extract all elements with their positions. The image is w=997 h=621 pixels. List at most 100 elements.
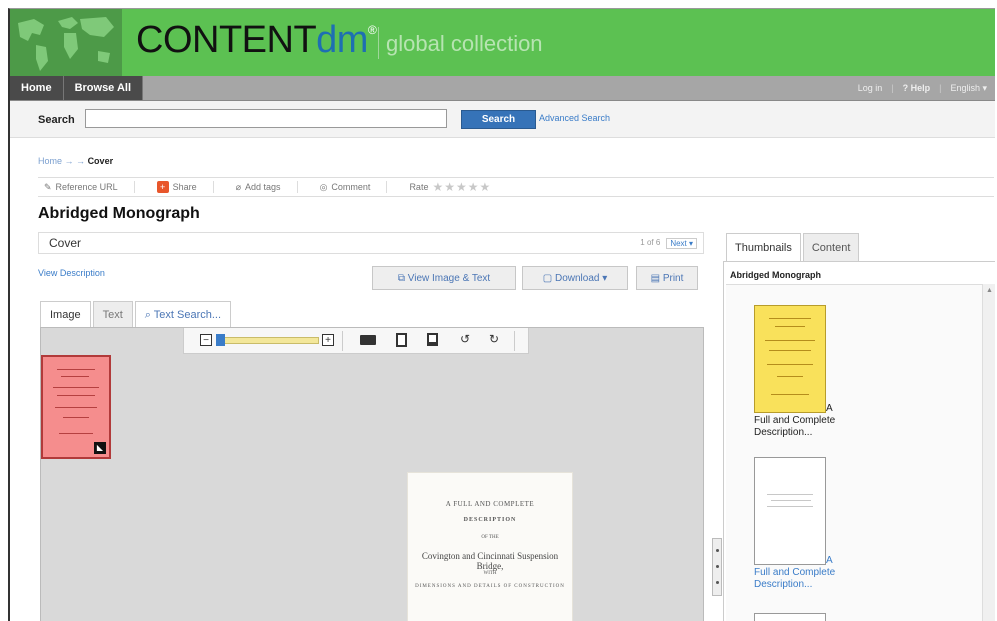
thumbnails-panel: Abridged Monograph A Full and Complete D…	[723, 261, 995, 621]
thumbnail-caption[interactable]: Full and Complete Description...	[754, 567, 864, 591]
tab-text[interactable]: Text	[92, 301, 133, 327]
world-map-logo	[10, 9, 122, 76]
page-selector-bar: Cover 1 of 6 Next ▾	[38, 232, 704, 254]
advanced-search-link[interactable]: Advanced Search	[539, 113, 610, 123]
sidebar-tabs: Thumbnails Content	[726, 233, 860, 262]
header-divider	[378, 27, 379, 59]
thumbnail-caption-prefix: A	[826, 403, 833, 414]
comment-action[interactable]: ◎ Comment	[298, 181, 388, 193]
image-viewer[interactable]: − + ↺ ↻ ◣ A FULL AND COMPLETE DESCRIPTIO…	[40, 327, 704, 621]
zoom-out-icon[interactable]: −	[200, 334, 212, 346]
doc-line-2: DESCRIPTION	[463, 517, 517, 523]
doc-line-1: A FULL AND COMPLETE	[445, 500, 535, 508]
panel-title: Abridged Monograph	[730, 270, 821, 280]
nav-browse-all[interactable]: Browse All	[64, 76, 144, 100]
tab-image[interactable]: Image	[40, 301, 91, 328]
view-image-text-icon: ⧉	[397, 273, 408, 284]
rotate-left-icon[interactable]: ↺	[460, 332, 470, 346]
tag-icon: ⌀	[235, 181, 242, 192]
print-label: Print	[662, 273, 684, 284]
zoom-in-icon[interactable]: +	[322, 334, 334, 346]
breadcrumb-current: Cover	[87, 156, 114, 166]
doc-line-4: Covington and Cincinnati Suspension Brid…	[421, 551, 559, 571]
fit-height-icon[interactable]	[427, 333, 438, 346]
zoom-slider-handle[interactable]	[216, 334, 225, 346]
tab-thumbnails[interactable]: Thumbnails	[726, 233, 801, 262]
search-input[interactable]	[85, 109, 447, 128]
panel-splitter[interactable]	[712, 538, 722, 596]
help-link[interactable]: ? Help	[903, 76, 931, 100]
item-title: Abridged Monograph	[38, 205, 200, 222]
nav-left: Home Browse All	[10, 76, 144, 100]
print-button[interactable]: ▤ Print	[636, 266, 698, 290]
view-description-link[interactable]: View Description	[38, 268, 105, 278]
add-tags-action[interactable]: ⌀ Add tags	[214, 181, 298, 193]
breadcrumb: Home → → Cover	[38, 156, 113, 166]
text-search-label: Text Search...	[153, 309, 222, 321]
search-bar: Search Search Advanced Search	[10, 101, 995, 138]
download-button[interactable]: ▢ Download ▾	[522, 266, 628, 290]
fit-width-icon[interactable]	[396, 333, 407, 347]
document-page: A FULL AND COMPLETE DESCRIPTION OF THE C…	[407, 472, 573, 621]
brand-dm: dm	[316, 19, 368, 61]
login-link[interactable]: Log in	[858, 76, 883, 100]
scroll-up-icon[interactable]: ▲	[986, 287, 993, 294]
rating-stars[interactable]: ★★★★★	[432, 180, 491, 194]
resize-corner-icon[interactable]: ◣	[94, 442, 106, 454]
item-actions-bar: ✎ Reference URL + Share ⌀ Add tags ◎ Com…	[38, 177, 994, 197]
breadcrumb-separators: → →	[64, 156, 86, 166]
thumbnail-caption-prefix[interactable]: A	[826, 555, 833, 566]
viewer-tabs: Image Text ⌕ Text Search...	[40, 301, 232, 328]
view-image-text-label: View Image & Text	[407, 273, 491, 284]
share-icon: +	[156, 181, 169, 193]
reference-url-action[interactable]: ✎ Reference URL	[38, 181, 135, 193]
thumbnail-selected[interactable]	[754, 305, 826, 413]
nav-separator: |	[939, 83, 942, 93]
thumbnail-item[interactable]	[754, 457, 826, 565]
share-label: Share	[172, 182, 197, 192]
thumbnail-list: A Full and Complete Description... A Ful…	[726, 284, 982, 621]
registered-mark: ®	[367, 23, 377, 37]
zoom-slider[interactable]	[217, 337, 319, 344]
site-header: CONTENTdm® global collection	[10, 9, 995, 76]
doc-line-6: DIMENSIONS AND DETAILS OF CONSTRUCTION	[415, 584, 565, 589]
rate-label: Rate	[409, 182, 429, 192]
contentdm-logo[interactable]: CONTENTdm®	[136, 19, 377, 62]
browser-frame: CONTENTdm® global collection Home Browse…	[8, 8, 995, 621]
download-icon: ▢	[542, 273, 555, 284]
rate-action: Rate ★★★★★	[387, 180, 507, 194]
page-count: 1 of 6	[640, 238, 661, 247]
collection-name: global collection	[386, 31, 543, 56]
tab-text-search[interactable]: ⌕ Text Search...	[134, 301, 232, 327]
next-button[interactable]: Next ▾	[666, 238, 697, 249]
tab-content[interactable]: Content	[802, 233, 860, 261]
navigator-thumbnail[interactable]: ◣	[41, 355, 111, 459]
pager: 1 of 6 Next ▾	[640, 238, 697, 249]
thumbnail-item[interactable]	[754, 613, 826, 621]
thumbnail-caption[interactable]: Full and Complete Description...	[754, 415, 864, 439]
view-image-text-button[interactable]: ⧉ View Image & Text	[372, 266, 516, 290]
language-select[interactable]: English ▾	[950, 76, 987, 100]
rotate-right-icon[interactable]: ↻	[489, 332, 499, 346]
breadcrumb-home[interactable]: Home	[38, 156, 62, 166]
reference-url-label: Reference URL	[55, 182, 118, 192]
nav-separator: |	[891, 83, 894, 93]
nav-home[interactable]: Home	[10, 76, 64, 100]
toolbar-divider	[514, 331, 515, 351]
fit-window-icon[interactable]	[360, 335, 376, 345]
pencil-icon: ✎	[44, 181, 52, 192]
viewer-toolbar: − + ↺ ↻	[183, 328, 529, 354]
brand-main: CONTENT	[136, 19, 317, 61]
search-icon: ⌕	[144, 309, 154, 321]
comment-label: Comment	[331, 182, 371, 192]
search-label: Search	[38, 114, 75, 126]
toolbar-divider	[342, 331, 343, 351]
add-tags-label: Add tags	[245, 182, 281, 192]
doc-line-3: OF THE	[481, 535, 499, 540]
thumbnail-scrollbar[interactable]: ▲	[982, 284, 995, 621]
share-action[interactable]: + Share	[135, 181, 214, 193]
print-icon: ▤	[650, 273, 663, 284]
search-button[interactable]: Search	[461, 110, 536, 129]
doc-line-5: WITH	[483, 571, 497, 576]
main-nav: Home Browse All Log in | ? Help | Englis…	[10, 76, 995, 101]
